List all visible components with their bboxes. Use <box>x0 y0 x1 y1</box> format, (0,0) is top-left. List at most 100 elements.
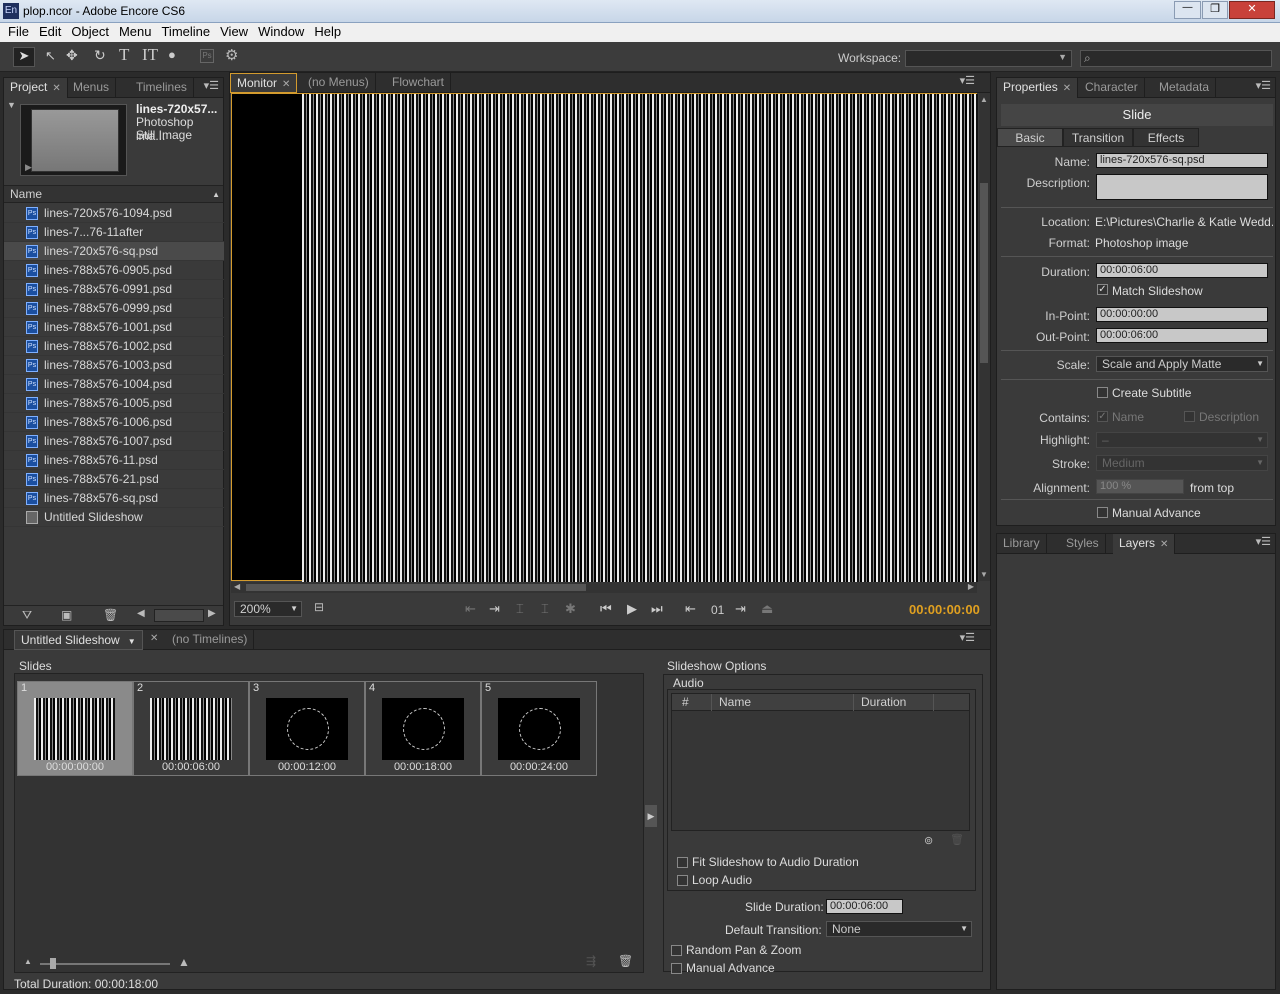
text-tool-icon[interactable]: T <box>119 45 129 65</box>
tab-no-timelines[interactable]: (no Timelines) <box>166 630 255 650</box>
tab-monitor[interactable]: Monitor ✕ <box>230 73 298 93</box>
collapse-triangle-icon[interactable]: ▼ <box>7 100 16 110</box>
tab-menus[interactable]: Menus <box>67 78 117 98</box>
slide-duration-field[interactable]: 00:00:06:00 <box>826 899 903 914</box>
name-column-header[interactable]: Name ▲ <box>4 185 223 203</box>
overlay-icon[interactable]: ⌶ <box>541 601 549 617</box>
slide-thumbnail[interactable]: 2 00:00:06:00 <box>133 681 249 776</box>
file-list-item[interactable]: Pslines-7...76-11after aspchange.psd <box>4 223 224 258</box>
zoom-slider[interactable] <box>40 958 170 969</box>
menu-menu[interactable]: Menu <box>114 23 157 39</box>
file-list-item[interactable]: Ps lines-788x576-1003.psd <box>4 356 224 375</box>
vertical-text-tool-icon[interactable]: IT <box>142 45 158 65</box>
out-point-field[interactable]: 00:00:06:00 <box>1096 328 1268 343</box>
create-subtitle-checkbox[interactable] <box>1097 387 1108 398</box>
menu-object[interactable]: Object <box>66 23 114 39</box>
next-frame-icon[interactable]: ⏭ <box>651 601 663 617</box>
file-list-item[interactable]: Ps lines-788x576-1004.psd <box>4 375 224 394</box>
expand-panel-button[interactable]: ▶ <box>645 805 657 827</box>
close-icon[interactable]: ✕ <box>150 633 158 644</box>
file-list-item[interactable]: Ps lines-720x576-sq.psd <box>4 242 224 261</box>
menu-timeline[interactable]: Timeline <box>156 23 215 39</box>
file-list-item[interactable]: Ps lines-788x576-11.psd <box>4 451 224 470</box>
insert-icon[interactable]: ⌶ <box>516 601 524 617</box>
menu-view[interactable]: View <box>215 23 253 39</box>
contains-description-checkbox[interactable] <box>1184 411 1195 422</box>
fit-audio-checkbox[interactable] <box>677 857 688 868</box>
col-number[interactable]: # <box>682 695 689 709</box>
loop-audio-icon[interactable]: ⊚ <box>924 834 933 847</box>
direct-select-icon[interactable]: ↖ <box>45 48 56 64</box>
play-icon[interactable]: ▶ <box>25 162 32 173</box>
highlight-dropdown[interactable]: – ▼ <box>1096 432 1268 448</box>
slide-thumbnail[interactable]: 3 00:00:12:00 <box>249 681 365 776</box>
safe-area-icon[interactable]: ⊟ <box>314 600 324 614</box>
file-list-item[interactable]: Ps lines-788x576-1002.psd <box>4 337 224 356</box>
minimize-button[interactable]: — <box>1174 1 1201 19</box>
new-item-icon[interactable]: ▣ <box>61 608 72 622</box>
menu-file[interactable]: File <box>3 23 34 39</box>
file-list-item[interactable]: Ps lines-788x576-1005.psd <box>4 394 224 413</box>
scale-dropdown[interactable]: Scale and Apply Matte ▼ <box>1096 356 1268 372</box>
tab-character[interactable]: Character <box>1079 78 1145 98</box>
search-input[interactable]: ⌕ <box>1080 50 1272 67</box>
file-list-item[interactable]: Ps lines-788x576-sq.psd <box>4 489 224 508</box>
trash-icon[interactable]: 🗑 <box>103 608 118 622</box>
file-list-item[interactable]: Ps lines-788x576-0999.psd <box>4 299 224 318</box>
previous-chapter-icon[interactable]: ⇤ <box>685 601 696 617</box>
tab-no-menus[interactable]: (no Menus) <box>302 73 376 93</box>
remove-audio-icon[interactable]: 🗑 <box>950 833 964 846</box>
match-slideshow-checkbox[interactable]: ✓ <box>1097 284 1108 295</box>
loop-audio-checkbox[interactable] <box>677 875 688 886</box>
trash-icon[interactable]: 🗑 <box>618 954 633 968</box>
timecode[interactable]: 00:00:00:00 <box>909 602 980 617</box>
next-chapter-icon[interactable]: ⇥ <box>735 601 746 617</box>
close-button[interactable]: ✕ <box>1229 1 1275 19</box>
previous-frame-icon[interactable]: ⏮ <box>600 601 612 617</box>
file-list-item[interactable]: Ps lines-788x576-1006.psd <box>4 413 224 432</box>
scroll-right-icon[interactable]: ▶ <box>208 608 216 619</box>
play-icon[interactable]: ▶ <box>627 601 637 617</box>
tab-library[interactable]: Library <box>997 534 1047 554</box>
slide-thumbnail[interactable]: 4 00:00:18:00 <box>365 681 481 776</box>
zoom-dropdown[interactable]: 200% ▼ <box>234 601 302 617</box>
move-tool-icon[interactable]: ✥ <box>66 47 78 64</box>
in-point-field[interactable]: 00:00:00:00 <box>1096 307 1268 322</box>
tab-flowchart[interactable]: Flowchart <box>386 73 452 93</box>
alignment-field[interactable]: 100 % <box>1096 479 1184 494</box>
monitor-canvas[interactable] <box>231 93 978 582</box>
menu-window[interactable]: Window <box>253 23 309 39</box>
photoshop-edit-icon[interactable]: Ps <box>200 49 214 63</box>
name-field[interactable]: lines-720x576-sq.psd <box>1096 153 1268 168</box>
close-icon[interactable]: ✕ <box>282 79 290 90</box>
contains-name-checkbox[interactable]: ✓ <box>1097 411 1108 422</box>
zoom-in-icon[interactable]: ▲ <box>178 955 190 969</box>
description-field[interactable] <box>1096 174 1268 200</box>
horizontal-scrollbar[interactable]: ◀ ▶ <box>231 582 977 593</box>
panel-menu-icon[interactable]: ▾☰ <box>204 79 219 92</box>
default-transition-dropdown[interactable]: None ▼ <box>826 921 972 937</box>
tab-timelines[interactable]: Timelines <box>130 78 194 98</box>
tab-styles[interactable]: Styles <box>1060 534 1106 554</box>
selection-tool-icon[interactable]: ➤ <box>13 47 35 67</box>
zoom-tool-icon[interactable]: ● <box>168 47 176 62</box>
slide-thumbnail[interactable]: 5 00:00:24:00 <box>481 681 597 776</box>
manual-advance-checkbox[interactable] <box>1097 507 1108 518</box>
link-icon[interactable]: ⇶ <box>586 954 596 968</box>
trim-left-icon[interactable]: ⇤ <box>465 601 476 617</box>
rotate-tool-icon[interactable]: ↻ <box>94 47 106 64</box>
tab-metadata[interactable]: Metadata <box>1153 78 1217 98</box>
filter-icon[interactable]: ⛛ <box>22 608 32 623</box>
menu-help[interactable]: Help <box>309 23 346 39</box>
scroll-left-icon[interactable]: ◀ <box>137 608 145 619</box>
random-pan-zoom-checkbox[interactable] <box>671 945 682 956</box>
tab-project[interactable]: Project ✕ <box>4 78 68 98</box>
close-icon[interactable]: ✕ <box>1063 83 1071 94</box>
file-list-item[interactable]: Ps lines-720x576-1094.psd <box>4 204 224 223</box>
restore-button[interactable]: ❐ <box>1202 1 1228 19</box>
panel-menu-icon[interactable]: ▾☰ <box>1256 79 1271 92</box>
horizontal-scrollbar[interactable] <box>154 609 204 622</box>
file-list-item[interactable]: Ps lines-788x576-0905.psd <box>4 261 224 280</box>
file-list-item[interactable]: Untitled Slideshow <box>4 508 224 527</box>
subtab-basic[interactable]: Basic <box>997 128 1063 147</box>
